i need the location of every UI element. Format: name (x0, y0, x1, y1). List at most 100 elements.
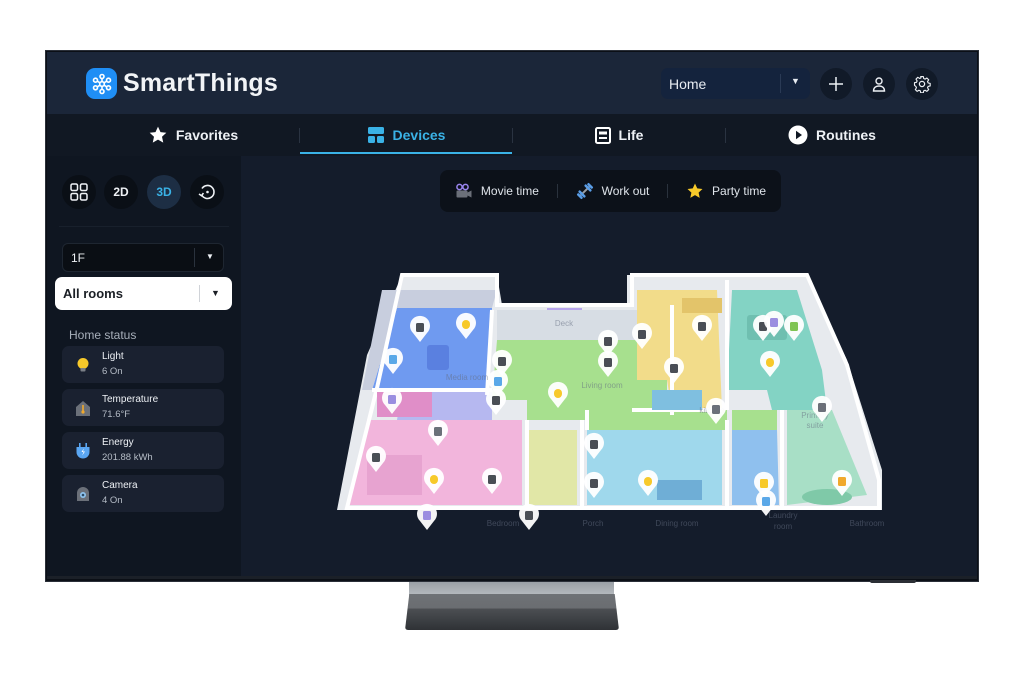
view-2d-button[interactable]: 2D (104, 175, 138, 209)
room-porch[interactable] (527, 430, 577, 505)
profile-icon (872, 77, 886, 92)
status-value: 201.88 kWh (102, 452, 153, 463)
robot-icon (604, 358, 612, 367)
smartthings-logo-icon (86, 68, 117, 99)
caret-down-icon: ▼ (791, 76, 800, 86)
sidebar-divider (59, 226, 229, 227)
dumbbell-icon (576, 182, 593, 200)
status-card-camera[interactable]: Camera 4 On (62, 475, 224, 512)
room-label-media: Media room (446, 373, 489, 382)
movie-camera-icon (456, 183, 472, 198)
tab-devices[interactable]: Devices (300, 114, 512, 156)
room-label-dining: Dining room (655, 519, 698, 528)
thermometer-icon (76, 401, 90, 416)
rotate-view-button[interactable] (190, 175, 224, 209)
tab-label: Devices (392, 127, 446, 143)
tv-icon (416, 323, 424, 332)
thermo-icon (434, 427, 442, 436)
room-label-living: Living room (581, 381, 623, 390)
view-3d-button[interactable]: 3D (147, 175, 181, 209)
blind-icon (388, 395, 396, 404)
room-label-porch: Porch (583, 519, 604, 528)
camera-icon (604, 337, 612, 346)
status-card-temperature[interactable]: Temperature 71.6°F (62, 389, 224, 426)
location-select[interactable]: Home ▼ (661, 68, 810, 99)
status-card-energy[interactable]: Energy 201.88 kWh (62, 432, 224, 469)
tv-indicator (870, 580, 916, 583)
status-value: 4 On (102, 495, 123, 506)
scene-movie-time[interactable]: Movie time (455, 183, 539, 199)
monitor-icon (494, 377, 502, 386)
tab-label: Routines (816, 127, 876, 143)
table (657, 480, 702, 500)
floorplan-3d[interactable]: Media room Deck Living room kitchen Prim… (327, 270, 887, 530)
tab-label: Favorites (175, 127, 239, 143)
rotate-icon (198, 184, 215, 200)
view-grid-button[interactable] (62, 175, 96, 209)
camera-icon (492, 396, 500, 405)
sensor-icon (590, 479, 598, 488)
add-button[interactable] (820, 68, 852, 100)
room-label-bedroom: Bedroom (487, 519, 520, 528)
room-label-primary-2: suite (807, 421, 824, 430)
account-button[interactable] (863, 68, 895, 100)
room-select[interactable]: All rooms ▼ (55, 277, 232, 310)
sidebar: 2D 3D 1F ▼ All rooms ▼ Home status Light… (47, 156, 241, 579)
blind-icon (423, 511, 431, 520)
tv-screen: SmartThings Home ▼ Favorites Devices Lif… (47, 52, 977, 579)
scenes-bar: Movie time Work out Party time (440, 170, 781, 212)
doorbell-icon (525, 511, 533, 520)
floor-select-value: 1F (71, 250, 86, 265)
monitor-icon (389, 355, 397, 364)
app-logo: SmartThings (86, 68, 278, 99)
plug-icon (76, 443, 90, 459)
thermo-icon (838, 477, 846, 486)
fridge-icon (638, 330, 646, 339)
tv-stand-base (405, 594, 619, 630)
tab-routines[interactable]: Routines (726, 114, 938, 156)
home-status-title: Home status (69, 328, 137, 342)
select-divider (199, 285, 200, 302)
floor-select[interactable]: 1F ▼ (62, 243, 224, 272)
bulb-icon (554, 389, 562, 398)
camera-icon (590, 440, 598, 449)
scene-work-out[interactable]: Work out (576, 182, 649, 200)
camera-icon (77, 487, 89, 501)
device-pin-doorbell[interactable] (519, 503, 539, 530)
view-3d-label: 3D (156, 185, 172, 199)
status-name: Temperature (102, 394, 159, 405)
sensor-icon (488, 475, 496, 484)
device-pin-blind[interactable] (417, 503, 437, 530)
room-label-deck: Deck (555, 319, 574, 328)
bulb-icon (430, 475, 438, 484)
fan-icon (670, 364, 678, 373)
sofa (427, 345, 449, 370)
bulb-icon (644, 477, 652, 486)
gear-icon (913, 75, 931, 93)
washer-b-icon (762, 497, 770, 506)
grid-icon (70, 183, 88, 201)
location-select-value: Home (669, 75, 707, 92)
washer-y-icon (760, 479, 768, 488)
blind-icon (770, 318, 778, 327)
status-card-light[interactable]: Light 6 On (62, 346, 224, 383)
app-name: SmartThings (123, 69, 278, 97)
status-name: Camera (102, 480, 138, 491)
room-select-value: All rooms (63, 286, 123, 301)
tab-label: Life (618, 127, 644, 143)
room-label-laundry-2: room (774, 522, 793, 530)
scene-label: Movie time (480, 184, 539, 198)
bulb-icon (766, 358, 774, 367)
tv-frame: SmartThings Home ▼ Favorites Devices Lif… (45, 50, 979, 582)
counter (682, 298, 722, 313)
devices-grid-icon (367, 127, 384, 143)
scene-label: Party time (712, 184, 767, 198)
scene-party-time[interactable]: Party time (686, 182, 766, 200)
star-icon (687, 183, 703, 198)
speaker-icon (498, 357, 506, 366)
tab-life[interactable]: Life (513, 114, 725, 156)
scene-divider (556, 184, 558, 198)
settings-button[interactable] (906, 68, 938, 100)
shelf (652, 390, 702, 410)
tab-favorites[interactable]: Favorites (87, 114, 299, 156)
